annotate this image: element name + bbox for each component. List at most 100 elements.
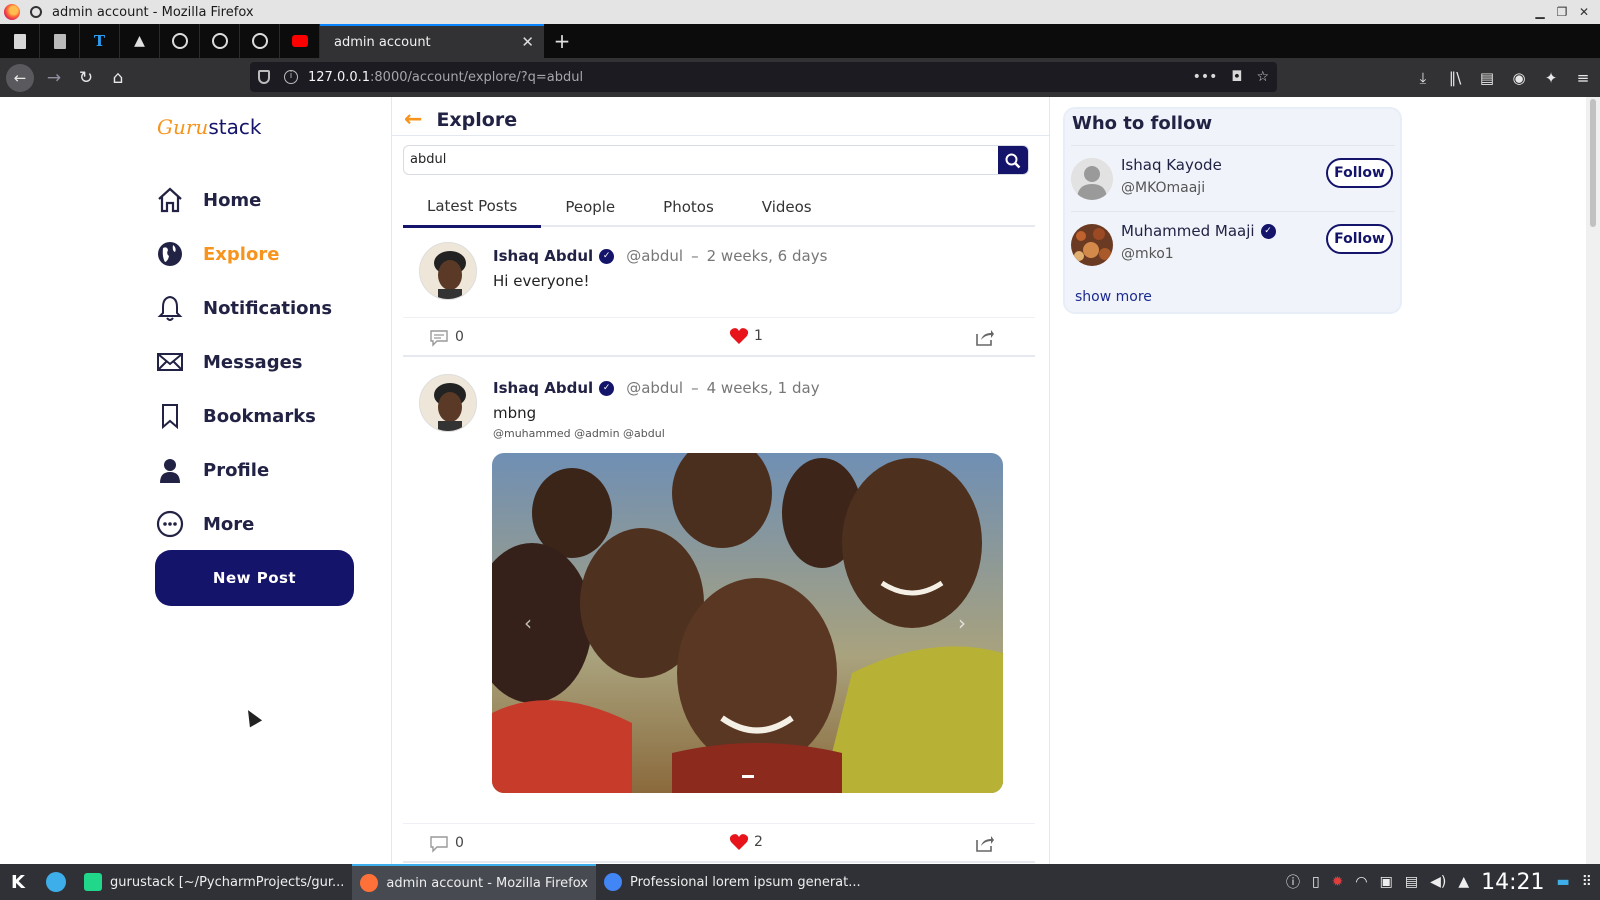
share-button[interactable]	[975, 833, 995, 853]
gurustack-logo[interactable]: Gurustack	[157, 115, 261, 139]
bookmark-icon	[155, 401, 185, 431]
like-button[interactable]: 1	[729, 327, 763, 345]
tab-people[interactable]: People	[541, 187, 639, 227]
comment-button[interactable]: 0	[429, 833, 464, 853]
close-window-icon[interactable]: ✕	[1576, 4, 1592, 20]
sidebar-item-bookmarks[interactable]: Bookmarks	[155, 389, 332, 443]
new-post-button[interactable]: New Post	[155, 550, 354, 606]
tab-photos[interactable]: Photos	[639, 187, 738, 227]
back-arrow-icon[interactable]: ←	[404, 107, 422, 132]
home-button[interactable]: ⌂	[102, 62, 134, 94]
carousel-prev-icon[interactable]: ‹	[524, 611, 532, 635]
forward-button[interactable]: →	[38, 62, 70, 94]
sidebar-item-more[interactable]: More	[155, 497, 332, 551]
library-icon[interactable]: ∥\	[1446, 69, 1464, 87]
tray-expand-icon[interactable]: ▲	[1458, 874, 1469, 890]
tab-latest-posts[interactable]: Latest Posts	[403, 187, 542, 228]
post-time: 2 weeks, 6 days	[706, 247, 828, 265]
update-icon[interactable]: ✹	[1332, 874, 1344, 890]
post-text: mbng	[493, 404, 537, 422]
tracking-shield-icon[interactable]	[258, 70, 270, 84]
share-button[interactable]	[975, 327, 995, 347]
pocket-icon[interactable]: ◘	[1231, 69, 1242, 85]
follow-button[interactable]: Follow	[1326, 224, 1393, 254]
tab-admin-account[interactable]: admin account ✕	[320, 24, 544, 58]
clipboard-icon[interactable]: ▤	[1405, 874, 1418, 890]
avatar[interactable]	[1071, 158, 1113, 200]
carousel-next-icon[interactable]: ›	[958, 611, 966, 635]
reload-button[interactable]: ↻	[70, 62, 102, 94]
browser-launcher-icon[interactable]	[46, 872, 66, 892]
sidebar-item-home[interactable]: Home	[155, 173, 332, 227]
pinned-tab-reader[interactable]	[40, 24, 80, 58]
suggestion-name[interactable]: Ishaq Kayode	[1121, 156, 1222, 174]
post-image-carousel[interactable]: ‹ ›	[492, 453, 1003, 793]
avatar[interactable]	[419, 374, 477, 432]
pin-icon[interactable]	[30, 6, 42, 18]
url-path: :8000/account/explore/?q=abdul	[370, 69, 584, 85]
sidebar-item-label: Notifications	[203, 297, 333, 319]
pinned-tab-globe-2[interactable]	[200, 24, 240, 58]
task-chrome[interactable]: Professional lorem ipsum generat...	[596, 864, 869, 900]
folder-icon[interactable]: ▬	[1557, 874, 1570, 890]
new-tab-button[interactable]: +	[544, 29, 580, 53]
show-more-link[interactable]: show more	[1075, 289, 1152, 305]
more-icon	[155, 509, 185, 539]
mouse-cursor-icon	[241, 706, 263, 728]
scrollbar-thumb[interactable]	[1590, 99, 1596, 227]
follow-button[interactable]: Follow	[1326, 158, 1393, 188]
downloads-icon[interactable]: ⤓	[1414, 69, 1432, 87]
author-handle[interactable]: @abdul	[626, 379, 683, 397]
site-info-icon[interactable]: i	[284, 70, 298, 84]
back-button[interactable]: ←	[6, 63, 34, 92]
info-icon[interactable]: ⓘ	[1286, 872, 1300, 892]
kde-launcher-icon[interactable]: K	[0, 864, 36, 900]
bookmark-star-icon[interactable]: ☆	[1256, 69, 1269, 85]
task-pycharm[interactable]: gurustack [~/PycharmProjects/gur...	[76, 864, 352, 900]
carousel-indicator[interactable]	[742, 775, 754, 778]
volume-icon[interactable]: ◀)	[1430, 874, 1446, 890]
clock[interactable]: 14:21	[1481, 870, 1544, 895]
author-name[interactable]: Ishaq Abdul	[493, 379, 593, 397]
sidebar-item-messages[interactable]: Messages	[155, 335, 332, 389]
comment-icon	[430, 330, 448, 347]
page-actions-icon[interactable]: •••	[1193, 69, 1218, 85]
search-input[interactable]: abdul	[404, 146, 998, 174]
url-host: 127.0.0.1	[308, 69, 371, 85]
sidebar-item-explore[interactable]: Explore	[155, 227, 332, 281]
sidebar-item-profile[interactable]: Profile	[155, 443, 332, 497]
chrome-icon	[603, 873, 622, 891]
suggestion-handle: @MKOmaaji	[1121, 180, 1206, 196]
pinned-tab-youtube[interactable]	[280, 24, 320, 58]
pinned-tab-globe-3[interactable]	[240, 24, 280, 58]
avatar[interactable]	[1071, 224, 1113, 266]
devices-icon[interactable]: ▣	[1380, 874, 1393, 890]
minimize-icon[interactable]: ▁	[1532, 4, 1548, 20]
menu-icon[interactable]: ≡	[1574, 69, 1592, 87]
suggestion-name[interactable]: Muhammed Maaji ✓	[1121, 222, 1276, 240]
post-mentions[interactable]: @muhammed @admin @abdul	[493, 427, 665, 440]
comment-button[interactable]: 0	[429, 327, 464, 347]
search-button[interactable]	[998, 146, 1028, 174]
maximize-icon[interactable]: ❐	[1554, 4, 1570, 20]
task-firefox[interactable]: admin account - Mozilla Firefox	[352, 864, 596, 900]
avatar[interactable]	[419, 242, 477, 300]
tab-videos[interactable]: Videos	[738, 187, 836, 227]
pinned-tab-docs[interactable]	[0, 24, 40, 58]
close-tab-icon[interactable]: ✕	[521, 33, 534, 51]
pinned-tab-t[interactable]: T	[80, 24, 120, 58]
extensions-icon[interactable]: ✦	[1542, 69, 1560, 87]
sidebar-item-notifications[interactable]: Notifications	[155, 281, 332, 335]
pinned-tab-warning[interactable]: ▲	[120, 24, 160, 58]
usb-icon[interactable]: ▯	[1312, 874, 1320, 890]
author-handle[interactable]: @abdul	[626, 247, 683, 265]
wifi-icon[interactable]: ◠	[1355, 874, 1367, 890]
like-button[interactable]: 2	[729, 833, 763, 851]
author-name[interactable]: Ishaq Abdul	[493, 247, 593, 265]
pinned-tab-globe-1[interactable]	[160, 24, 200, 58]
sidebar-toggle-icon[interactable]: ▤	[1478, 69, 1496, 87]
desktop-grid-icon[interactable]: ⠿	[1582, 874, 1592, 890]
url-bar[interactable]: i 127.0.0.1:8000/account/explore/?q=abdu…	[250, 62, 1277, 92]
page-scrollbar[interactable]	[1586, 97, 1600, 864]
account-icon[interactable]: ◉	[1510, 69, 1528, 87]
